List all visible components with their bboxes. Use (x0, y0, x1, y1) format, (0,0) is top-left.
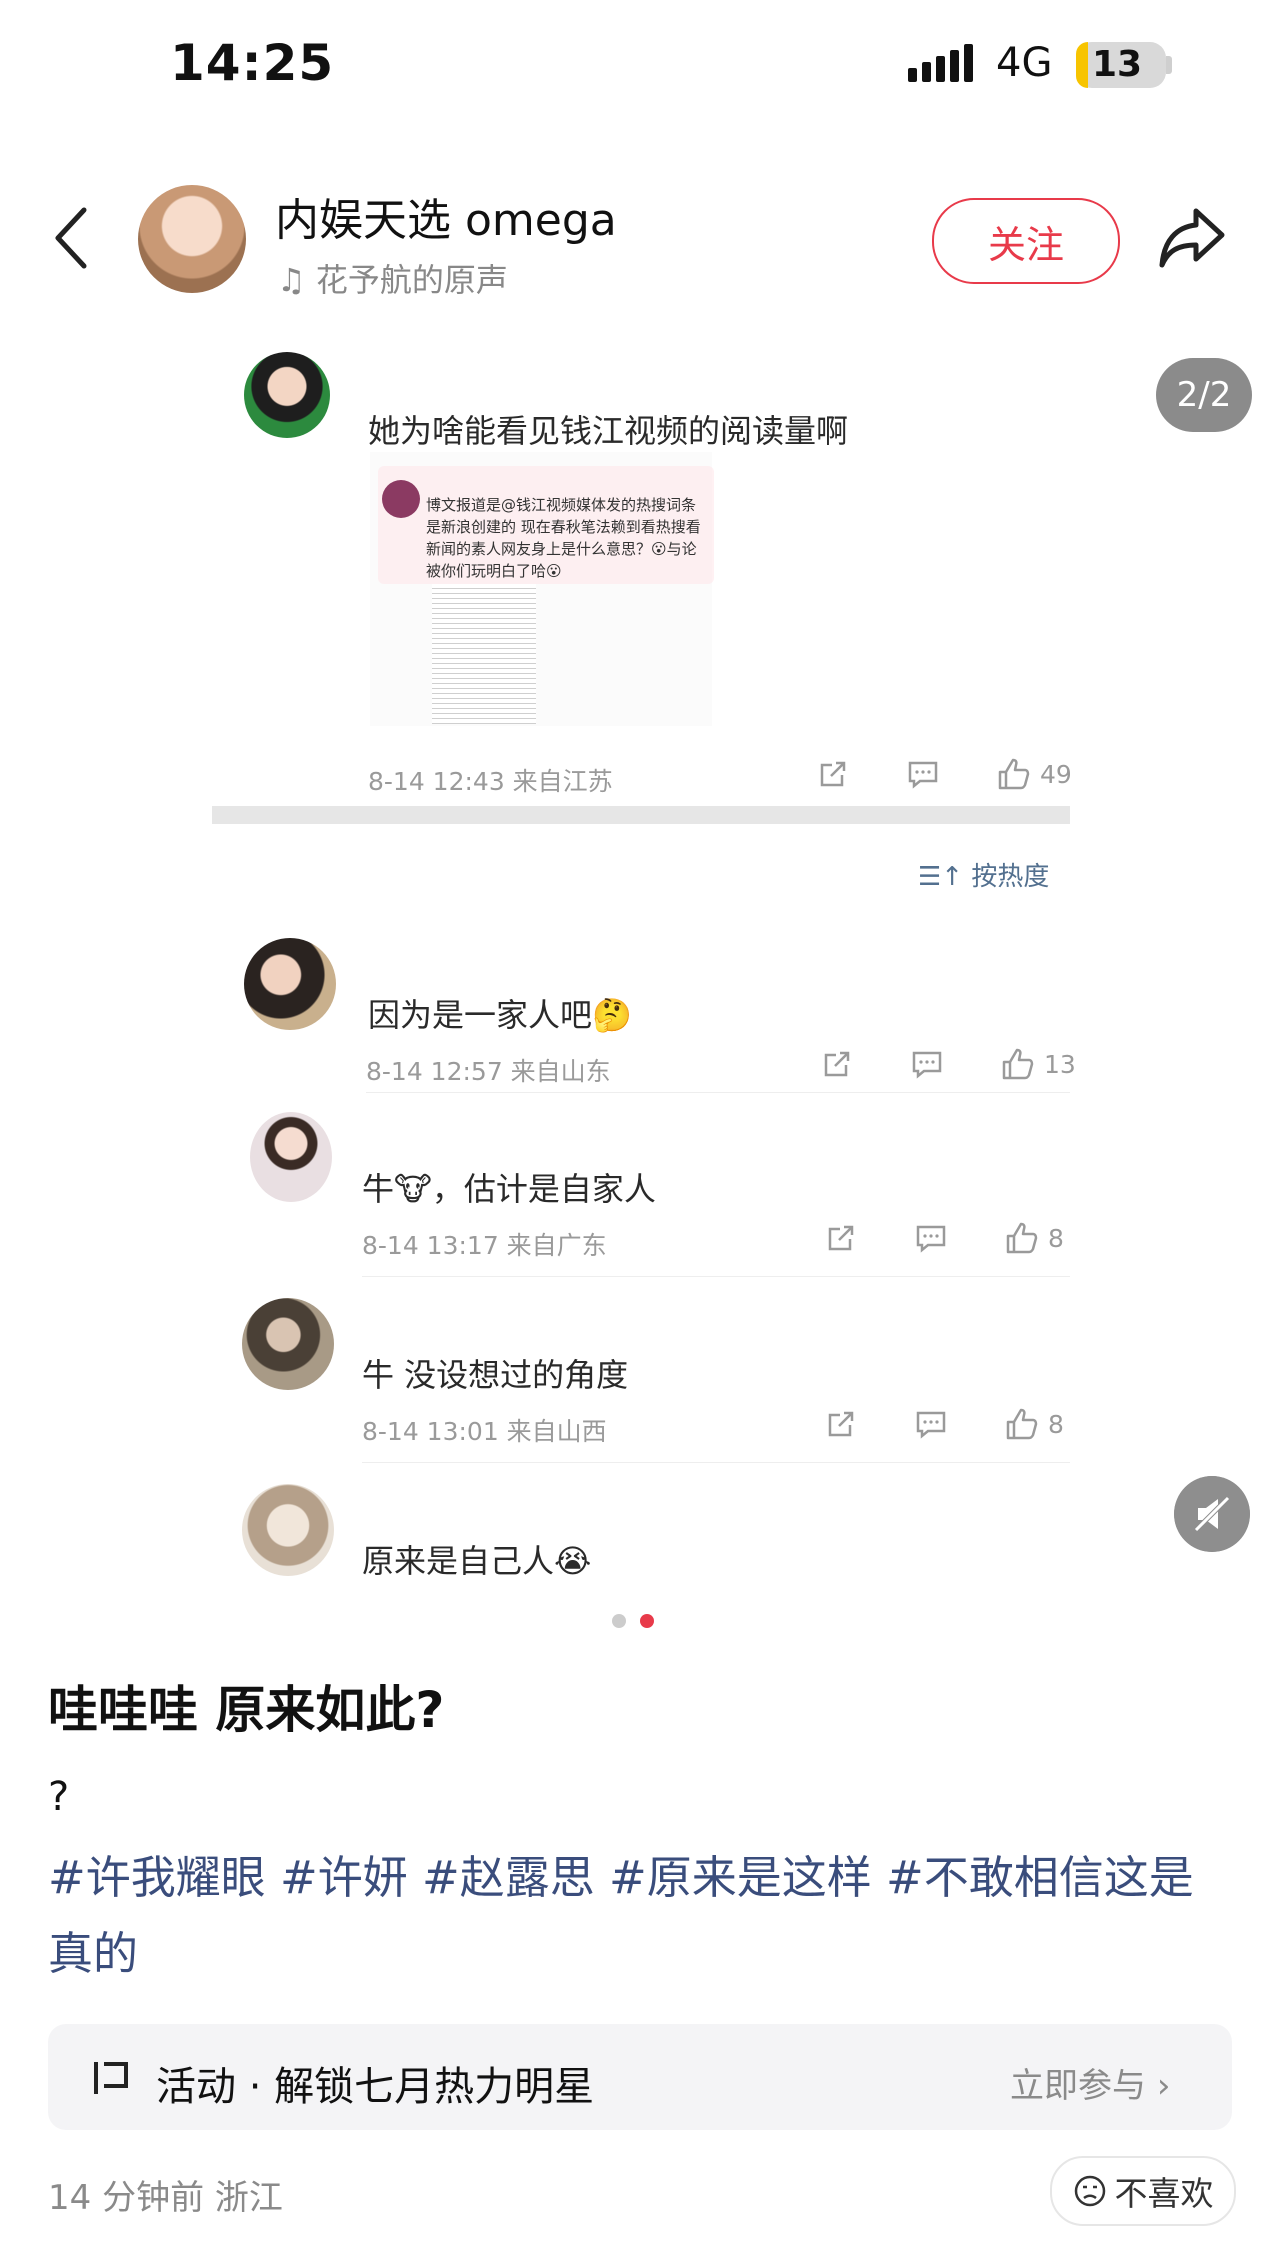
activity-label: 活动 · 解锁七月热力明星 (156, 2064, 595, 2110)
carousel-dot[interactable] (612, 1614, 626, 1628)
share-out-icon[interactable] (820, 1047, 854, 1081)
original-comment-text: 她为啥能看见钱江视频的阅读量啊 (368, 412, 849, 450)
original-comment-meta: 8-14 12:43 来自江苏 (368, 767, 613, 796)
comment-actions: 49 (816, 756, 1072, 792)
post-title: 哇哇哇 原来如此? (48, 1681, 445, 1739)
reply-icon[interactable] (914, 1221, 948, 1255)
music-icon: ♫ (277, 261, 306, 299)
reply-text: 牛🐮，估计是自家人 (362, 1170, 656, 1208)
reply-avatar (242, 1484, 334, 1576)
music-label: 花予航的原声 (315, 261, 508, 299)
section-divider (212, 806, 1070, 824)
share-out-icon[interactable] (824, 1407, 858, 1441)
sort-icon: ☰↑ (918, 862, 964, 892)
dislike-button[interactable]: 不喜欢 (1050, 2156, 1236, 2226)
battery-icon: 13 (1076, 42, 1166, 88)
like-icon[interactable] (996, 756, 1032, 792)
like-count: 13 (1044, 1049, 1076, 1079)
author-name[interactable]: 内娱天选 omega (275, 184, 617, 248)
battery-tip (1166, 56, 1172, 74)
reply-actions: 13 (820, 1046, 1076, 1082)
reply-text: 因为是一家人吧🤔 (368, 996, 632, 1034)
like-count: 8 (1048, 1409, 1064, 1439)
reply-meta: 8-14 13:01 来自山西 (362, 1417, 607, 1446)
embedded-document-preview (432, 584, 536, 724)
reply-icon[interactable] (910, 1047, 944, 1081)
status-time: 14:25 (170, 34, 335, 92)
like-count: 49 (1040, 759, 1072, 789)
sort-label: 按热度 (971, 862, 1050, 892)
chevron-right-icon: › (1156, 2066, 1171, 2106)
embedded-avatar (382, 480, 420, 518)
like-icon[interactable] (1004, 1406, 1040, 1442)
signal-icon (908, 44, 973, 82)
dislike-label: 不喜欢 (1114, 2174, 1214, 2213)
share-out-icon[interactable] (824, 1221, 858, 1255)
network-label: 4G (996, 40, 1053, 86)
activity-flag-icon (94, 2062, 128, 2094)
music-line[interactable]: ♫ 花予航的原声 (277, 255, 508, 301)
reply-avatar (250, 1112, 332, 1202)
reply-actions: 8 (824, 1406, 1064, 1442)
like-icon[interactable] (1004, 1220, 1040, 1256)
post-tags[interactable]: #许我耀眼 #许妍 #赵露思 #原来是这样 #不敢相信这是真的 (48, 1840, 1238, 1992)
battery-level: 13 (1092, 44, 1143, 85)
post-body: ? (48, 1774, 70, 1820)
follow-button[interactable]: 关注 (932, 198, 1120, 284)
share-icon[interactable] (1158, 205, 1228, 271)
reply-meta: 8-14 13:17 来自广东 (362, 1231, 607, 1260)
embedded-post-text: 博文报道是@钱江视频媒体发的热搜词条是新浪创建的 现在春秋笔法赖到看热搜看新闻的… (426, 496, 701, 580)
mute-icon[interactable] (1174, 1476, 1250, 1552)
reply-avatar (244, 938, 336, 1030)
back-icon[interactable] (52, 206, 92, 270)
like-icon[interactable] (1000, 1046, 1036, 1082)
comment-avatar (244, 352, 330, 438)
reply-icon[interactable] (914, 1407, 948, 1441)
reply-text: 牛 没设想过的角度 (362, 1356, 629, 1394)
frown-face-icon (1074, 2175, 1105, 2207)
reply-meta: 8-14 12:57 来自山东 (366, 1057, 611, 1086)
share-out-icon[interactable] (816, 757, 850, 791)
author-avatar[interactable] (138, 185, 246, 293)
carousel-dot-active[interactable] (640, 1614, 654, 1628)
sort-button[interactable]: ☰↑ 按热度 (918, 856, 1049, 893)
reply-icon[interactable] (906, 757, 940, 791)
reply-text: 原来是自己人😭 (362, 1542, 592, 1580)
activity-cta-label: 立即参与 (1010, 2066, 1146, 2106)
image-page-indicator: 2/2 (1156, 358, 1252, 432)
like-count: 8 (1048, 1223, 1064, 1253)
reply-divider (362, 1462, 1070, 1463)
reply-divider (366, 1092, 1070, 1093)
reply-avatar (242, 1298, 334, 1390)
reply-divider (362, 1276, 1070, 1277)
reply-actions: 8 (824, 1220, 1064, 1256)
post-time-location: 14 分钟前 浙江 (48, 2178, 283, 2218)
activity-join-link[interactable]: 立即参与 › (1010, 2058, 1170, 2107)
